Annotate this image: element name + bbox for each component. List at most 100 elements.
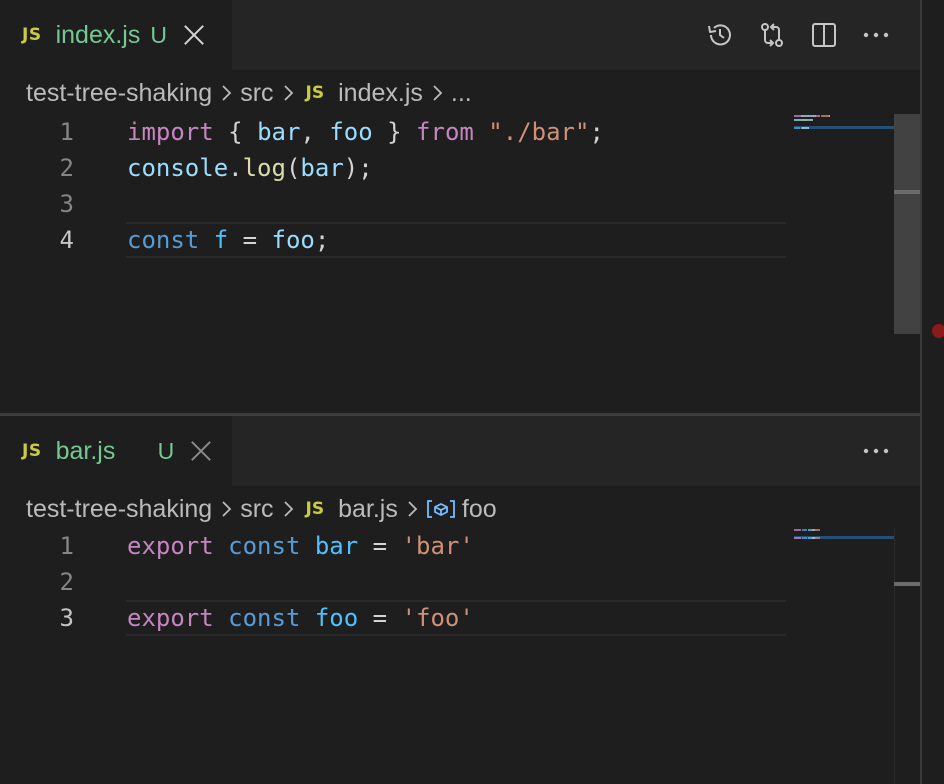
minimap-token bbox=[801, 536, 808, 539]
scrollbar-cursor-marker bbox=[894, 190, 922, 194]
code-token: = bbox=[228, 226, 272, 254]
code-token: export bbox=[127, 532, 214, 560]
editor-group-top: JS index.js U test-tree-shaking src JS i… bbox=[0, 0, 922, 414]
code-token: foo bbox=[329, 118, 373, 146]
chevron-right-icon bbox=[282, 500, 294, 518]
editor-group-bottom: JS bar.js U test-tree-shaking src JS bar… bbox=[0, 416, 922, 784]
code-text: const f = foo; bbox=[127, 222, 329, 258]
javascript-file-icon: JS bbox=[22, 25, 42, 45]
code-token: } bbox=[372, 118, 417, 146]
tab-index-js[interactable]: JS index.js U bbox=[0, 0, 232, 70]
code-text: export const foo = 'foo' bbox=[127, 600, 474, 636]
minimap-line bbox=[794, 118, 894, 121]
code-token: foo bbox=[314, 604, 359, 632]
line-number: 4 bbox=[59, 226, 74, 254]
code-line[interactable]: 1 export const bar = 'bar' bbox=[0, 528, 786, 564]
line-number: 1 bbox=[59, 118, 74, 146]
code-editor[interactable]: 1 export const bar = 'bar' 2 3 export const … bbox=[0, 528, 786, 636]
code-token: bar bbox=[314, 532, 359, 560]
code-token: "./bar" bbox=[488, 118, 590, 146]
minimap-token bbox=[794, 114, 801, 117]
minimap-token bbox=[814, 528, 821, 531]
code-token: ); bbox=[343, 154, 373, 182]
chevron-right-icon bbox=[220, 500, 232, 518]
code-line[interactable]: 1 import { bar, foo } from "./bar"; bbox=[0, 114, 786, 150]
close-icon[interactable] bbox=[183, 24, 205, 46]
code-token: const bbox=[228, 532, 301, 560]
javascript-file-icon: JS bbox=[22, 441, 42, 461]
minimap-token bbox=[814, 536, 821, 539]
minimap-token bbox=[794, 118, 802, 121]
code-editor[interactable]: 1 import { bar, foo } from "./bar"; 2 conso… bbox=[0, 114, 786, 258]
minimap-token bbox=[794, 536, 801, 539]
code-token: const bbox=[228, 604, 301, 632]
window-edge bbox=[920, 0, 922, 784]
code-line[interactable]: 2 console.log(bar); bbox=[0, 150, 786, 186]
scrollbar-thumb[interactable] bbox=[894, 114, 922, 334]
code-token: bar bbox=[300, 154, 344, 182]
javascript-file-icon: JS bbox=[305, 499, 325, 519]
code-token: from bbox=[416, 118, 474, 146]
untracked-badge: U bbox=[157, 437, 175, 464]
code-token: console bbox=[127, 154, 229, 182]
chevron-right-icon bbox=[220, 84, 232, 102]
minimap-token bbox=[794, 528, 801, 531]
code-token: export bbox=[127, 604, 214, 632]
code-text: export const bar = 'bar' bbox=[127, 528, 474, 564]
code-token: 'bar' bbox=[401, 532, 474, 560]
breadcrumb-folder[interactable]: test-tree-shaking bbox=[26, 495, 212, 524]
breadcrumb: test-tree-shaking src JS bar.js foo bbox=[26, 490, 497, 528]
minimap-token bbox=[815, 114, 821, 117]
line-number: 3 bbox=[59, 604, 74, 632]
more-actions-icon[interactable] bbox=[850, 416, 902, 486]
breadcrumb-src[interactable]: src bbox=[240, 79, 273, 108]
code-token: f bbox=[213, 226, 229, 254]
javascript-file-icon: JS bbox=[305, 83, 325, 103]
code-line[interactable]: 2 bbox=[0, 564, 786, 600]
scrollbar-track[interactable] bbox=[894, 528, 922, 784]
line-number: 2 bbox=[59, 568, 74, 596]
code-token: 'foo' bbox=[401, 604, 474, 632]
code-line[interactable]: 3 bbox=[0, 186, 786, 222]
editor-actions bbox=[850, 416, 902, 486]
minimap[interactable] bbox=[794, 528, 894, 540]
breadcrumb-folder[interactable]: test-tree-shaking bbox=[26, 79, 212, 108]
minimap-token bbox=[810, 118, 813, 121]
more-actions-icon[interactable] bbox=[850, 0, 902, 70]
chevron-right-icon bbox=[406, 500, 418, 518]
breadcrumb-file[interactable]: index.js bbox=[338, 79, 423, 108]
minimap-line bbox=[794, 532, 894, 535]
line-number: 2 bbox=[59, 154, 74, 182]
tab-label: bar.js bbox=[55, 436, 116, 465]
code-token: = bbox=[358, 532, 402, 560]
code-text: import { bar, foo } from "./bar"; bbox=[127, 114, 604, 150]
breadcrumb-more[interactable]: ... bbox=[451, 79, 472, 108]
minimap-token bbox=[829, 114, 831, 117]
tab-bar-js[interactable]: JS bar.js U bbox=[0, 416, 232, 486]
code-line[interactable]: 4 const f = foo; bbox=[0, 222, 786, 258]
breadcrumb-file[interactable]: bar.js bbox=[338, 495, 398, 524]
code-line[interactable]: 3 export const foo = 'foo' bbox=[0, 600, 786, 636]
breadcrumb-src[interactable]: src bbox=[240, 495, 273, 524]
breadcrumb-symbol[interactable]: foo bbox=[426, 495, 497, 524]
chevron-right-icon bbox=[431, 84, 443, 102]
tab-bar: JS index.js U bbox=[0, 0, 922, 70]
breadcrumb: test-tree-shaking src JS index.js ... bbox=[26, 74, 472, 112]
right-edge-strip bbox=[922, 0, 944, 784]
untracked-badge: U bbox=[150, 21, 167, 48]
minimap-line bbox=[794, 122, 894, 125]
close-icon[interactable] bbox=[190, 440, 212, 462]
minimap[interactable] bbox=[794, 114, 894, 130]
source-control-compare-icon[interactable] bbox=[746, 0, 798, 70]
tab-label: index.js bbox=[55, 20, 141, 49]
variable-icon bbox=[426, 498, 456, 520]
split-editor-icon[interactable] bbox=[798, 0, 850, 70]
error-indicator bbox=[932, 324, 944, 338]
code-token: import bbox=[127, 118, 214, 146]
minimap-line bbox=[794, 528, 894, 531]
history-icon[interactable] bbox=[694, 0, 746, 70]
